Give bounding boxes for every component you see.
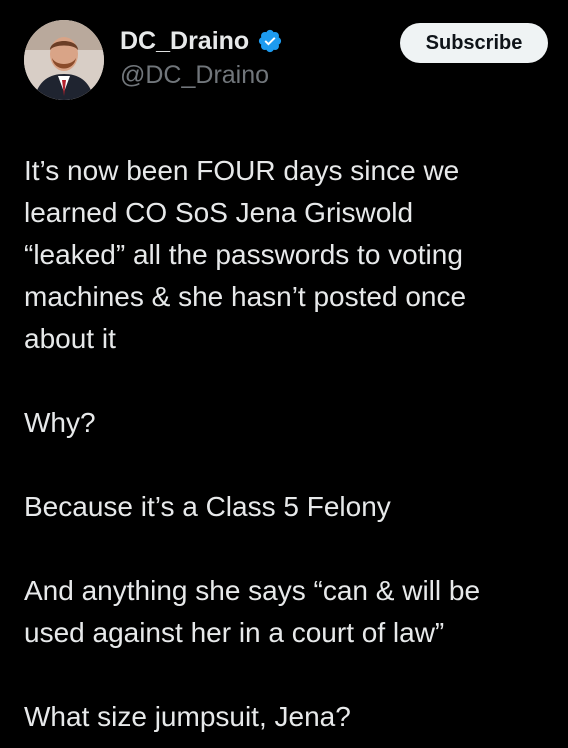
tweet-line: Why? bbox=[24, 407, 96, 438]
tweet-line: about it bbox=[24, 323, 116, 354]
subscribe-button[interactable]: Subscribe bbox=[400, 23, 548, 63]
avatar[interactable] bbox=[24, 20, 104, 100]
verified-badge-icon bbox=[257, 28, 283, 54]
tweet-text: It’s now been FOUR days since we learned… bbox=[24, 150, 554, 738]
tweet-paragraph: It’s now been FOUR days since we learned… bbox=[24, 150, 554, 360]
author-name-row: DC_Draino bbox=[120, 26, 283, 56]
tweet-line: machines & she hasn’t posted once bbox=[24, 281, 467, 312]
avatar-image bbox=[24, 20, 104, 100]
tweet-paragraph: Because it’s a Class 5 Felony bbox=[24, 486, 554, 528]
tweet-line: What size jumpsuit, Jena? bbox=[24, 701, 351, 732]
tweet-line: It’s now been FOUR days since we bbox=[24, 155, 460, 186]
tweet-line: used against her in a court of law” bbox=[24, 617, 445, 648]
tweet-line: Because it’s a Class 5 Felony bbox=[24, 491, 391, 522]
author-handle[interactable]: @DC_Draino bbox=[120, 60, 269, 90]
tweet-line: learned CO SoS Jena Griswold bbox=[24, 197, 414, 228]
tweet-paragraph: Why? bbox=[24, 402, 554, 444]
tweet-paragraph: And anything she says “can & will be use… bbox=[24, 570, 554, 654]
tweet-paragraph: What size jumpsuit, Jena? bbox=[24, 696, 554, 738]
display-name[interactable]: DC_Draino bbox=[120, 26, 249, 56]
tweet-line: “leaked” all the passwords to voting bbox=[24, 239, 463, 270]
tweet-line: And anything she says “can & will be bbox=[24, 575, 481, 606]
